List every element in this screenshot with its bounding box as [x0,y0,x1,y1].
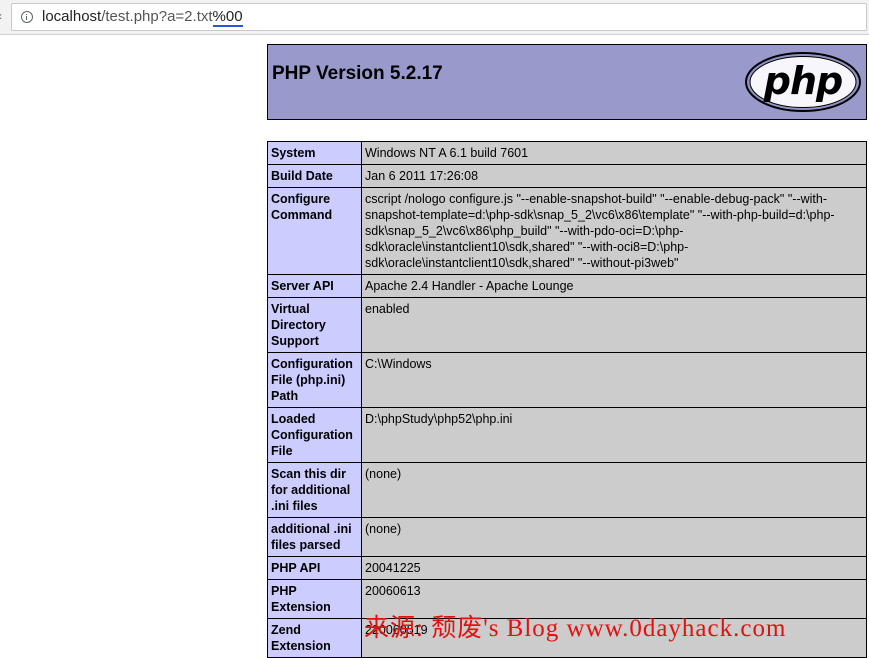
phpinfo-header: PHP Version 5.2.17 php [267,44,867,120]
row-key: Zend Extension [267,618,362,658]
table-row: Virtual Directory Support enabled [267,297,867,353]
phpinfo-table: System Windows NT A 6.1 build 7601 Build D… [267,141,867,658]
table-row: PHP Extension 20060613 [267,579,867,619]
address-bar[interactable]: localhost/test.php?a=2.txt%00 [11,3,867,31]
row-value: 20060613 [361,579,867,619]
url-text[interactable]: localhost/test.php?a=2.txt%00 [42,8,243,27]
row-key: Loaded Configuration File [267,407,362,463]
table-row: PHP API 20041225 [267,556,867,580]
row-value: Windows NT A 6.1 build 7601 [361,141,867,165]
url-host: localhost [42,8,102,25]
back-button-edge[interactable]: ‹ [0,9,6,23]
row-value: cscript /nologo configure.js "--enable-s… [361,187,867,275]
row-key: PHP Extension [267,579,362,619]
row-key: PHP API [267,556,362,580]
row-value: 20041225 [361,556,867,580]
row-key: Virtual Directory Support [267,297,362,353]
table-row: Configuration File (php.ini) Path C:\Wind… [267,352,867,408]
table-row: Scan this dir for additional .ini files(… [267,462,867,518]
info-icon[interactable] [21,11,33,23]
row-key: Build Date [267,164,362,188]
php-logo: php [745,52,861,112]
table-row: Loaded Configuration File D:\phpStudy\php… [267,407,867,463]
row-value: D:\phpStudy\php52\php.ini [361,407,867,463]
row-key: Configure Command [267,187,362,275]
table-row: Configure Command cscript /nologo configu… [267,187,867,275]
row-key: System [267,141,362,165]
row-value: Jan 6 2011 17:26:08 [361,164,867,188]
row-key: additional .ini files parsed [267,517,362,557]
php-logo-text: php [763,59,842,103]
table-row: additional .ini files parsed (none) [267,517,867,557]
row-key: Server API [267,274,362,298]
browser-toolbar: ‹ localhost/test.php?a=2.txt%00 [0,0,869,35]
table-row: Server API Apache 2.4 Handler - Apache Lo… [267,274,867,298]
page-title: PHP Version 5.2.17 [272,63,443,84]
table-row: Build Date Jan 6 2011 17:26:08 [267,164,867,188]
row-value: enabled [361,297,867,353]
row-value: C:\Windows [361,352,867,408]
phpinfo-page: PHP Version 5.2.17 php System Windows NT … [267,44,867,658]
row-value: (none) [361,462,867,518]
table-row: System Windows NT A 6.1 build 7601 [267,141,867,165]
url-path: /test.php?a=2.txt [101,8,213,25]
watermark: 来源: 颓废's Blog www.0dayhack.com [364,615,787,642]
row-value: Apache 2.4 Handler - Apache Lounge [361,274,867,298]
url-encoded-null: %00 [212,8,243,27]
row-value: (none) [361,517,867,557]
row-key: Scan this dir for additional .ini files [267,462,362,518]
row-key: Configuration File (php.ini) Path [267,352,362,408]
